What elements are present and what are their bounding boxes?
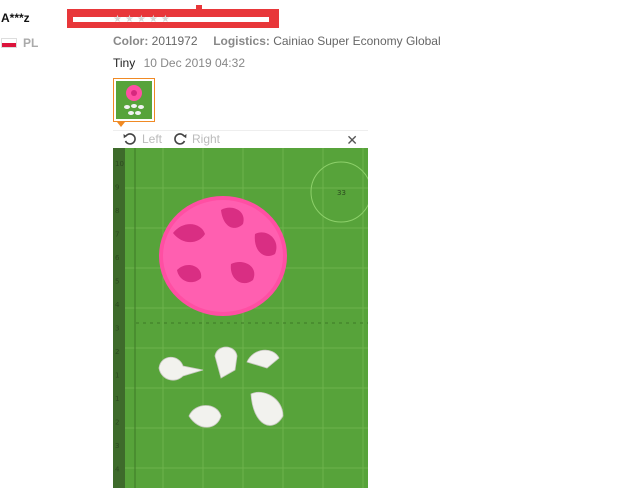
ruler-number: 9	[115, 184, 119, 192]
poland-flag-icon	[1, 38, 17, 48]
review-date: 10 Dec 2019 04:32	[143, 56, 245, 70]
ruler-number: 10	[115, 160, 124, 168]
ruler-number: 8	[115, 207, 119, 215]
order-details: Color: 2011972 Logistics: Cainiao Super …	[113, 34, 441, 48]
logistics-value: Cainiao Super Economy Global	[273, 34, 441, 48]
rotate-left-icon	[123, 133, 136, 145]
logistics-label: Logistics:	[213, 34, 270, 48]
rotate-left-label: Left	[142, 132, 163, 146]
ruler-number: 6	[115, 254, 120, 262]
rotate-right-label: Right	[192, 132, 221, 146]
review-photo-large: 10 9 8 7 6 5 4 3 2 1 1 2 3 4 33	[113, 148, 372, 488]
review-row: Tiny 10 Dec 2019 04:32	[113, 56, 245, 70]
country-code: PL	[23, 36, 39, 50]
ruler-number: 7	[115, 231, 119, 239]
rotate-left-button[interactable]: Left	[123, 132, 162, 146]
rotate-right-icon	[174, 133, 187, 145]
rating-stars: ★★★★★	[113, 14, 173, 25]
ruler-number: 3	[115, 325, 119, 333]
ruler-number: 3	[115, 442, 119, 450]
photo-circle-label: 33	[337, 189, 346, 197]
ruler-number: 2	[115, 348, 119, 356]
color-label: Color:	[113, 34, 149, 48]
ruler-number: 1	[115, 372, 119, 380]
color-value: 2011972	[151, 34, 198, 48]
close-viewer-button[interactable]: ✕	[346, 132, 358, 149]
reviewer-country: PL	[1, 36, 38, 50]
thumbnail-pointer	[117, 122, 125, 127]
rotate-right-button[interactable]: Right	[173, 132, 220, 146]
image-viewer-toolbar: Left Right ✕	[113, 130, 368, 149]
ruler-number: 4	[115, 301, 120, 309]
ruler-number: 4	[115, 466, 120, 474]
ruler-number: 5	[115, 278, 119, 286]
review-text: Tiny	[113, 56, 136, 70]
redaction-bar	[67, 5, 279, 28]
ruler-number: 2	[115, 419, 119, 427]
reviewer-name: A***z	[1, 11, 30, 25]
review-photo-thumbnail[interactable]	[113, 78, 155, 122]
ruler-number: 1	[115, 395, 119, 403]
